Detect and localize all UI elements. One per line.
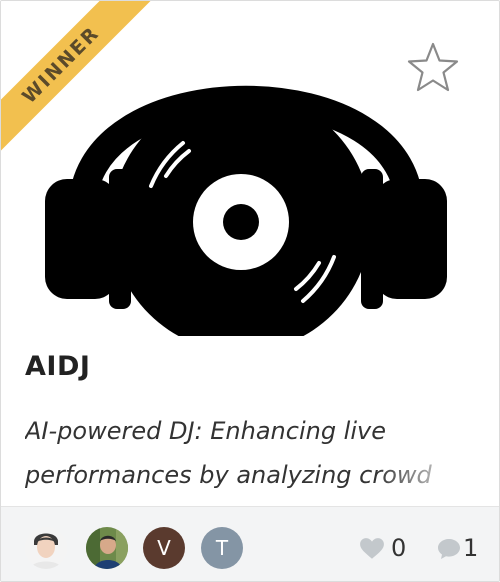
like-count: 0 [391,534,407,562]
team-member-avatar[interactable] [86,527,128,569]
project-thumbnail[interactable]: WINNER [1,1,499,336]
star-outline-icon [407,42,459,92]
winner-badge: WINNER [1,1,159,161]
team-member-avatar[interactable]: T [201,527,243,569]
avatar-photo-1 [25,527,67,569]
avatar-initial: V [157,536,171,560]
speech-bubble-icon [438,539,460,559]
project-tagline-container: AI-powered DJ: Enhancing live performanc… [25,409,485,495]
team-member-avatar[interactable]: V [143,527,185,569]
avatar-initial: T [215,536,229,560]
team-member-avatar[interactable] [25,527,67,569]
card-footer: V T 0 1 [1,506,499,581]
favorite-button[interactable] [406,41,460,95]
project-title[interactable]: AIDJ [25,351,90,382]
heart-icon [360,538,384,559]
comment-count: 1 [463,534,479,562]
winner-ribbon: WINNER [1,1,161,161]
avatar-photo-2 [86,527,128,569]
text-fade-overlay [375,453,485,495]
project-card[interactable]: WINNER AIDJ AI-powered DJ: Enhancing liv… [0,0,500,582]
